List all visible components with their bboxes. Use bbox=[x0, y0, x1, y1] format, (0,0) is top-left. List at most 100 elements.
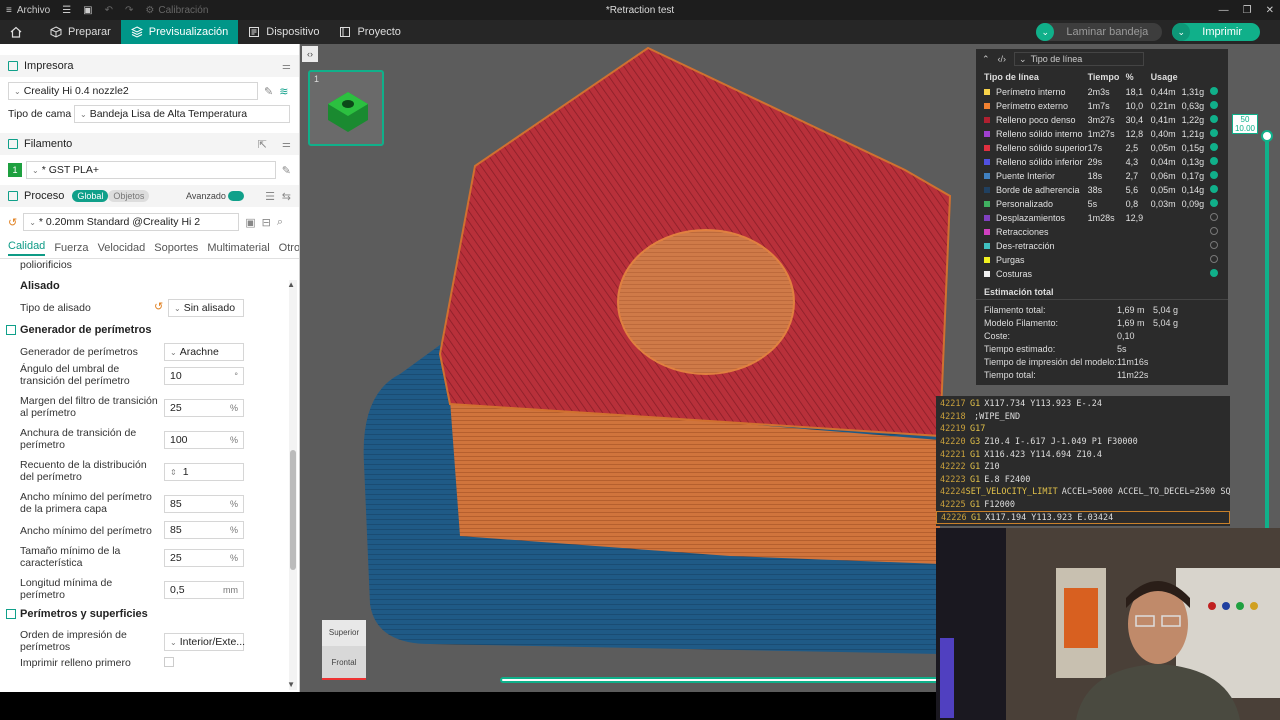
hamburger-icon[interactable]: ☰ bbox=[56, 0, 77, 20]
eye-icon[interactable] bbox=[1209, 129, 1218, 137]
collapse-up-icon[interactable]: ⌃ bbox=[982, 54, 990, 65]
list-icon[interactable]: ☰ bbox=[265, 190, 275, 203]
transition-margin-value: 25 bbox=[170, 402, 182, 414]
calibration-menu[interactable]: ⚙ Calibración bbox=[139, 0, 214, 20]
bed-type-select[interactable]: ⌄ Bandeja Lisa de Alta Temperatura bbox=[74, 105, 290, 123]
filament-slot-badge[interactable]: 1 bbox=[8, 163, 22, 177]
filament-select[interactable]: ⌄ * GST PLA+ bbox=[25, 161, 276, 179]
minimize-icon[interactable]: — bbox=[1219, 5, 1229, 16]
line-type-name-cell: Retracciones bbox=[976, 225, 1088, 239]
close-icon[interactable]: ✕ bbox=[1266, 5, 1274, 16]
eye-icon[interactable] bbox=[1209, 143, 1218, 151]
printer-select[interactable]: ⌄ Creality Hi 0.4 nozzle2 bbox=[8, 82, 258, 100]
min-wall-length-input[interactable]: 0,5 mm bbox=[164, 581, 244, 599]
wall-order-select[interactable]: ⌄ Interior/Exte... bbox=[164, 633, 246, 651]
transition-angle-input[interactable]: 10 ° bbox=[164, 367, 244, 385]
reset-icon[interactable]: ↺ bbox=[8, 216, 17, 229]
global-toggle[interactable]: Global bbox=[72, 190, 109, 202]
view-cube[interactable]: Superior Frontal bbox=[322, 620, 366, 682]
file-menu[interactable]: ≡ Archivo bbox=[0, 0, 56, 20]
add-filament-icon[interactable]: ⇱ bbox=[258, 138, 267, 151]
wall-order-value: Interior/Exte... bbox=[179, 636, 246, 648]
print-button[interactable]: ⌄ Imprimir bbox=[1172, 23, 1260, 41]
plate-thumbnail[interactable]: 1 bbox=[308, 70, 384, 146]
tab-supports[interactable]: Soportes bbox=[154, 242, 198, 254]
total-key: Tiempo de impresión del modelo: bbox=[984, 356, 1117, 367]
col-line-type: Tipo de línea bbox=[984, 72, 1039, 82]
eye-icon[interactable] bbox=[1209, 269, 1218, 277]
visibility-cell bbox=[1209, 253, 1228, 267]
home-button[interactable] bbox=[0, 20, 32, 44]
min-wall-width-input[interactable]: 85% bbox=[164, 521, 244, 539]
line-type-percent: 4,3 bbox=[1125, 157, 1139, 167]
advanced-switch[interactable] bbox=[228, 191, 244, 201]
line-type-name: Perímetro externo bbox=[996, 101, 1069, 111]
eye-icon[interactable] bbox=[1209, 241, 1218, 249]
ironing-type-select[interactable]: ⌄ Sin alisado bbox=[168, 299, 244, 317]
tab-speed[interactable]: Velocidad bbox=[98, 242, 146, 254]
eye-icon[interactable] bbox=[1209, 213, 1218, 221]
line-type-weight: 0,17g bbox=[1181, 171, 1205, 181]
reset-icon[interactable]: ↺ bbox=[154, 300, 163, 313]
view-cube-front[interactable]: Frontal bbox=[322, 646, 366, 680]
chevron-down-icon[interactable]: ⌄ bbox=[1172, 23, 1191, 41]
layer-slider-track[interactable] bbox=[1265, 134, 1269, 572]
remove-profile-icon[interactable]: ⊟ bbox=[262, 216, 271, 229]
transition-width-input[interactable]: 100% bbox=[164, 431, 244, 449]
code-icon[interactable]: ‹/› bbox=[998, 54, 1007, 64]
edit-icon[interactable]: ✎ bbox=[264, 85, 273, 98]
search-icon[interactable]: ⌕ bbox=[277, 216, 283, 229]
settings-sliders-icon[interactable]: ⚌ bbox=[282, 139, 291, 150]
edit-icon[interactable]: ✎ bbox=[282, 164, 291, 177]
eye-icon[interactable] bbox=[1209, 199, 1218, 207]
eye-icon[interactable] bbox=[1209, 171, 1218, 179]
eye-icon[interactable] bbox=[1209, 255, 1218, 263]
transition-margin-input[interactable]: 25% bbox=[164, 399, 244, 417]
min-feature-size-input[interactable]: 25% bbox=[164, 549, 244, 567]
undo-icon[interactable]: ↶ bbox=[99, 0, 119, 20]
eye-icon[interactable] bbox=[1209, 185, 1218, 193]
color-swatch bbox=[984, 145, 990, 151]
redo-icon[interactable]: ↷ bbox=[119, 0, 139, 20]
eye-icon[interactable] bbox=[1209, 115, 1218, 123]
eye-icon[interactable] bbox=[1209, 227, 1218, 235]
infill-first-checkbox[interactable] bbox=[164, 657, 174, 667]
hole-wall bbox=[617, 229, 795, 375]
tab-strength[interactable]: Fuerza bbox=[54, 242, 88, 254]
view-cube-top[interactable]: Superior bbox=[322, 620, 366, 646]
scroll-down-icon[interactable]: ▼ bbox=[287, 680, 295, 689]
settings-scroll-thumb[interactable] bbox=[290, 450, 296, 570]
save-profile-icon[interactable]: ▣ bbox=[245, 216, 255, 229]
eye-icon[interactable] bbox=[1209, 101, 1218, 109]
tab-project[interactable]: Proyecto bbox=[329, 20, 410, 44]
tab-others[interactable]: Otros bbox=[279, 242, 299, 254]
tab-device[interactable]: Dispositivo bbox=[238, 20, 329, 44]
line-type-weight bbox=[1182, 239, 1210, 253]
view-type-select[interactable]: ⌄ Tipo de línea bbox=[1014, 52, 1145, 66]
process-profile-select[interactable]: ⌄ * 0.20mm Standard @Creality Hi 2 bbox=[23, 213, 240, 231]
wall-order-label: Orden de impresión de perímetros bbox=[20, 629, 127, 653]
chevron-down-icon[interactable]: ⌄ bbox=[1036, 23, 1055, 41]
tab-quality[interactable]: Calidad bbox=[8, 240, 46, 256]
tab-preview[interactable]: Previsualización bbox=[120, 20, 239, 44]
eye-icon[interactable] bbox=[1209, 87, 1218, 95]
objects-toggle[interactable]: Objetos bbox=[108, 190, 150, 202]
move-slider[interactable] bbox=[500, 677, 940, 683]
settings-sliders-icon[interactable]: ⚌ bbox=[282, 61, 291, 72]
line-type-percent: 30,4 bbox=[1125, 115, 1144, 125]
wall-generator-select[interactable]: ⌄ Arachne bbox=[164, 343, 244, 361]
tab-prepare[interactable]: Preparar bbox=[40, 20, 121, 44]
layer-slider-handle[interactable] bbox=[1261, 130, 1273, 142]
save-icon[interactable]: ▣ bbox=[77, 0, 98, 20]
tab-multimaterial[interactable]: Multimaterial bbox=[207, 242, 269, 254]
scroll-up-icon[interactable]: ▲ bbox=[287, 280, 295, 289]
first-layer-min-width-input[interactable]: 85% bbox=[164, 495, 244, 513]
collapse-sidebar-icon[interactable]: ‹› bbox=[302, 46, 318, 62]
wifi-icon[interactable]: ≋ bbox=[279, 85, 288, 98]
compare-icon[interactable]: ⇆ bbox=[282, 190, 291, 203]
slice-plate-button[interactable]: ⌄ Laminar bandeja bbox=[1036, 23, 1163, 41]
spinner-icon[interactable]: ⇕ bbox=[170, 468, 177, 477]
maximize-icon[interactable]: ❐ bbox=[1243, 5, 1252, 16]
distribution-count-stepper[interactable]: ⇕ 1 bbox=[164, 463, 244, 481]
eye-icon[interactable] bbox=[1209, 157, 1218, 165]
